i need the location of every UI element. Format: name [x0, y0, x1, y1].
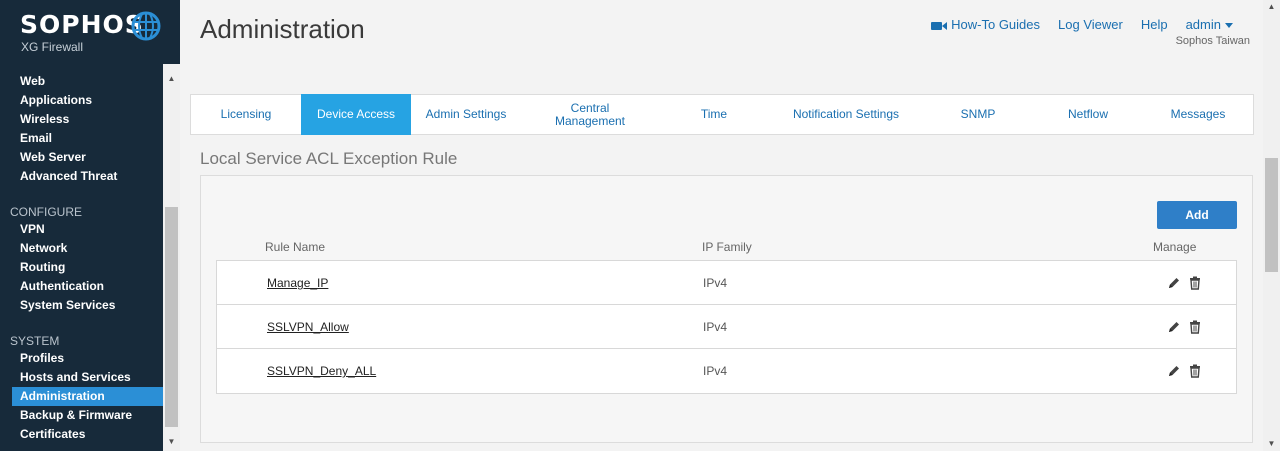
- sidebar-item-email[interactable]: Email: [12, 129, 163, 148]
- page-title: Administration: [200, 14, 365, 44]
- rules-table: Manage_IP IPv4 SSLVPN_Allow IPv4 SSLVPN_…: [216, 260, 1237, 394]
- sidebar-item-backup-firmware[interactable]: Backup & Firmware: [12, 406, 163, 425]
- sidebar-item-applications[interactable]: Applications: [12, 91, 163, 110]
- column-header-rule-name: Rule Name: [265, 240, 326, 254]
- sidebar-section-system: SYSTEM: [10, 334, 60, 348]
- sidebar-item-advanced-threat[interactable]: Advanced Threat: [12, 167, 163, 186]
- sophos-logo[interactable]: SOPHOS XG Firewall: [0, 0, 180, 64]
- tab-central-management[interactable]: Central Management: [521, 95, 659, 134]
- tab-licensing[interactable]: Licensing: [191, 95, 301, 134]
- sidebar-item-network[interactable]: Network: [12, 239, 163, 258]
- delete-trash-icon[interactable]: [1189, 276, 1201, 290]
- acl-exception-panel: Add Rule Name IP Family Manage Manage_IP…: [200, 175, 1253, 443]
- sidebar-item-hosts-and-services[interactable]: Hosts and Services: [12, 368, 163, 387]
- delete-trash-icon[interactable]: [1189, 364, 1201, 378]
- table-row: Manage_IP IPv4: [217, 261, 1236, 305]
- sidebar-section-configure: CONFIGURE: [10, 205, 82, 219]
- sidebar-item-system-services[interactable]: System Services: [12, 296, 163, 315]
- sidebar-item-vpn[interactable]: VPN: [12, 220, 163, 239]
- sidebar-item-authentication[interactable]: Authentication: [12, 277, 163, 296]
- main-scroll-up-icon[interactable]: ▲: [1263, 0, 1280, 14]
- sidebar-item-web-server[interactable]: Web Server: [12, 148, 163, 167]
- rule-ip-family: IPv4: [703, 276, 728, 290]
- tab-bar: Licensing Device Access Admin Settings C…: [190, 94, 1254, 135]
- product-name: XG Firewall: [21, 40, 84, 54]
- rule-name-link[interactable]: SSLVPN_Deny_ALL: [267, 364, 376, 378]
- sidebar-item-certificates[interactable]: Certificates: [12, 425, 163, 444]
- tab-netflow[interactable]: Netflow: [1033, 95, 1143, 134]
- column-header-manage: Manage: [1153, 240, 1197, 254]
- how-to-guides-label: How-To Guides: [951, 17, 1041, 32]
- rule-name-link[interactable]: SSLVPN_Allow: [267, 320, 349, 334]
- table-row: SSLVPN_Allow IPv4: [217, 305, 1236, 349]
- sidebar-scroll-up-icon[interactable]: ▲: [163, 72, 180, 86]
- tab-device-access[interactable]: Device Access: [301, 94, 411, 135]
- rule-ip-family: IPv4: [703, 320, 728, 334]
- table-row: SSLVPN_Deny_ALL IPv4: [217, 349, 1236, 393]
- user-name: admin: [1185, 17, 1221, 32]
- log-viewer-link[interactable]: Log Viewer: [1058, 17, 1123, 32]
- brand-name: SOPHOS: [20, 10, 144, 39]
- column-header-ip-family: IP Family: [702, 240, 752, 254]
- main-scroll-down-icon[interactable]: ▼: [1263, 437, 1280, 451]
- how-to-guides-link[interactable]: How-To Guides: [931, 17, 1040, 32]
- sidebar-item-routing[interactable]: Routing: [12, 258, 163, 277]
- globe-icon: [131, 11, 161, 41]
- caret-down-icon: [1225, 23, 1233, 29]
- edit-pencil-icon[interactable]: [1167, 276, 1181, 290]
- help-link[interactable]: Help: [1141, 17, 1168, 32]
- sidebar-item-administration[interactable]: Administration: [12, 387, 163, 406]
- delete-trash-icon[interactable]: [1189, 320, 1201, 334]
- sidebar-item-profiles[interactable]: Profiles: [12, 349, 163, 368]
- sidebar-item-web[interactable]: Web: [12, 72, 163, 91]
- user-menu[interactable]: admin: [1186, 17, 1233, 32]
- tab-notification-settings[interactable]: Notification Settings: [769, 95, 923, 134]
- main-scrollbar-thumb[interactable]: [1265, 158, 1278, 272]
- tab-messages[interactable]: Messages: [1143, 95, 1253, 134]
- section-title: Local Service ACL Exception Rule: [200, 149, 458, 168]
- tab-admin-settings[interactable]: Admin Settings: [411, 95, 521, 134]
- tab-snmp[interactable]: SNMP: [923, 95, 1033, 134]
- add-button[interactable]: Add: [1157, 201, 1237, 229]
- sidebar-scrollbar-thumb[interactable]: [165, 207, 178, 427]
- sidebar-scroll-down-icon[interactable]: ▼: [163, 435, 180, 449]
- edit-pencil-icon[interactable]: [1167, 320, 1181, 334]
- video-camera-icon: [931, 21, 948, 30]
- top-links: How-To Guides Log Viewer Help admin: [931, 17, 1233, 32]
- sidebar: SOPHOS XG Firewall Web Applications Wire…: [0, 0, 180, 451]
- rule-name-link[interactable]: Manage_IP: [267, 276, 328, 290]
- rule-ip-family: IPv4: [703, 364, 728, 378]
- edit-pencil-icon[interactable]: [1167, 364, 1181, 378]
- sidebar-item-wireless[interactable]: Wireless: [12, 110, 163, 129]
- org-name: Sophos Taiwan: [1175, 35, 1250, 47]
- tab-time[interactable]: Time: [659, 95, 769, 134]
